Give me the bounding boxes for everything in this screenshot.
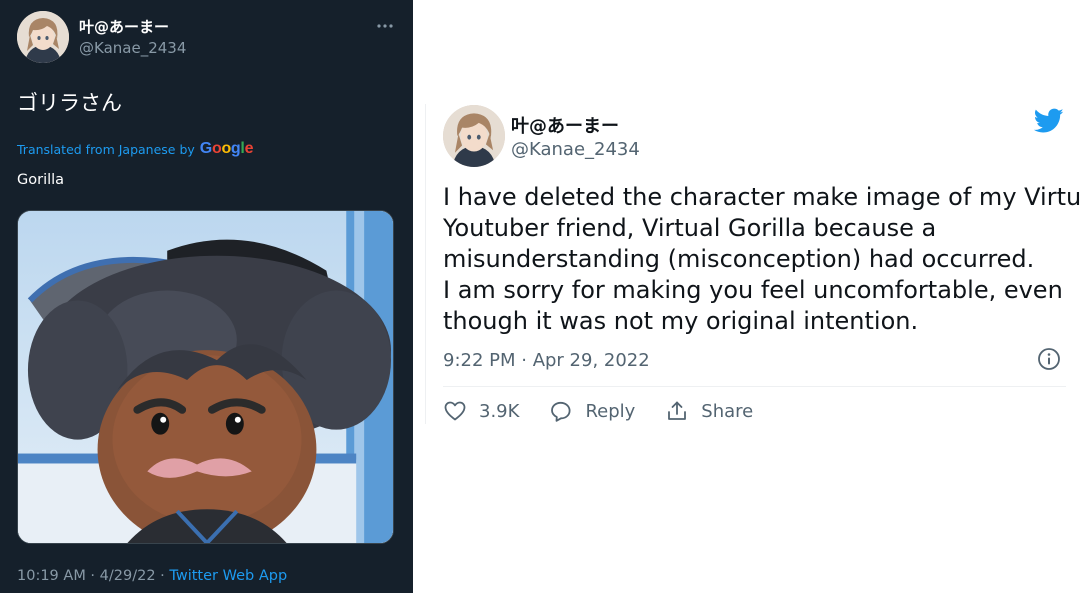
share-icon: [668, 401, 687, 420]
gorilla-avatar-image: [18, 211, 393, 543]
avatar[interactable]: [443, 105, 505, 167]
info-icon[interactable]: [1037, 347, 1061, 371]
tweet-text-line: misunderstanding (misconception) had occ…: [443, 245, 1035, 273]
light-tweet-card: 叶@あーまー @Kanae_2434 I have deleted the ch…: [425, 104, 1080, 424]
translated-text: Gorilla: [17, 172, 65, 188]
tweet-actions: 3.9K Reply Share: [443, 399, 783, 423]
display-name[interactable]: 叶@あーまー: [511, 112, 619, 138]
user-handle[interactable]: @Kanae_2434: [511, 139, 640, 160]
heart-icon: [444, 401, 466, 421]
divider: [443, 386, 1066, 387]
avatar-image: [443, 105, 505, 167]
tweet-timestamp[interactable]: 10:19 AM · 4/29/22 ·: [17, 568, 169, 584]
share-label: Share: [701, 400, 754, 422]
tweet-text: ゴリラさん: [17, 91, 122, 115]
translated-from-link[interactable]: Translated from Japanese by: [17, 142, 195, 157]
tweet-metadata: 10:19 AM · 4/29/22 · Twitter Web App: [17, 568, 287, 584]
google-letter: e: [244, 140, 254, 157]
share-button[interactable]: Share: [665, 399, 753, 423]
google-letter: o: [211, 140, 222, 157]
display-name[interactable]: 叶@あーまー: [79, 16, 169, 37]
reply-label: Reply: [585, 400, 636, 422]
google-logo: Google: [199, 140, 254, 158]
google-letter: G: [199, 140, 212, 157]
twitter-bird-icon[interactable]: [1033, 108, 1064, 134]
avatar-image: [17, 11, 69, 63]
tweet-text-line: I have deleted the character make image …: [443, 183, 1080, 211]
translation-attribution: Translated from Japanese by Google: [17, 139, 253, 159]
more-horizontal-icon[interactable]: [373, 14, 397, 38]
like-count: 3.9K: [479, 400, 520, 422]
google-letter: g: [230, 140, 241, 157]
tweet-timestamp[interactable]: 9:22 PM · Apr 29, 2022: [443, 350, 650, 371]
tweet-text-line: though it was not my original intention.: [443, 307, 919, 335]
tweet-text: I have deleted the character make image …: [443, 182, 1080, 337]
dark-tweet-card: 叶@あーまー @Kanae_2434 ゴリラさん Translated from…: [0, 0, 413, 593]
tweet-media-image[interactable]: [17, 210, 394, 544]
user-handle[interactable]: @Kanae_2434: [79, 39, 186, 57]
tweet-text-line: I am sorry for making you feel uncomfort…: [443, 276, 1063, 304]
avatar[interactable]: [17, 11, 69, 63]
reply-button[interactable]: Reply: [549, 399, 635, 423]
tweet-text-line: Youtuber friend, Virtual Gorilla because…: [443, 214, 937, 242]
reply-icon: [551, 401, 571, 422]
google-letter: o: [221, 140, 231, 157]
like-button[interactable]: 3.9K: [443, 399, 519, 423]
tweet-source-link[interactable]: Twitter Web App: [169, 568, 287, 584]
